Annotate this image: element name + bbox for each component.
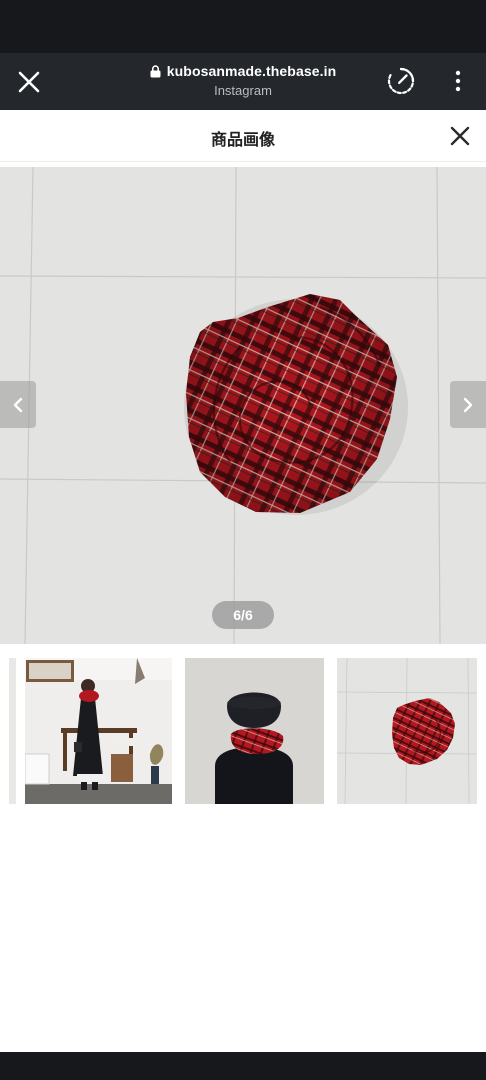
more-menu-button[interactable] xyxy=(446,64,470,98)
close-icon xyxy=(18,71,39,92)
thumbnail-scarf-worn[interactable] xyxy=(185,658,324,804)
thumbnail-strip xyxy=(0,656,486,804)
chevron-right-icon xyxy=(463,397,473,412)
url-display[interactable]: kubosanmade.thebase.in Instagram xyxy=(120,63,366,98)
more-vertical-icon xyxy=(455,70,461,92)
browser-toolbar: kubosanmade.thebase.in Instagram xyxy=(0,53,486,110)
thumbnail-full-outfit[interactable] xyxy=(25,658,172,804)
main-product-image[interactable] xyxy=(0,167,486,644)
lock-icon xyxy=(150,64,161,77)
url-text: kubosanmade.thebase.in xyxy=(166,63,337,79)
close-icon xyxy=(450,126,470,146)
modal-header: 商品画像 xyxy=(0,110,486,162)
speed-button[interactable] xyxy=(384,64,418,98)
source-app-label: Instagram xyxy=(214,83,272,98)
thumbnail-partial[interactable] xyxy=(9,658,16,804)
browser-close-button[interactable] xyxy=(12,65,45,98)
next-image-button[interactable] xyxy=(450,381,486,428)
chevron-left-icon xyxy=(13,397,23,412)
speedometer-icon xyxy=(387,67,415,95)
image-counter: 6/6 xyxy=(212,601,274,629)
status-bar xyxy=(0,0,486,53)
system-navigation-bar xyxy=(0,1052,486,1080)
page-title: 商品画像 xyxy=(210,132,275,149)
close-modal-button[interactable] xyxy=(446,122,474,150)
previous-image-button[interactable] xyxy=(0,381,36,428)
thumbnail-scarf-flat[interactable] xyxy=(337,658,477,804)
